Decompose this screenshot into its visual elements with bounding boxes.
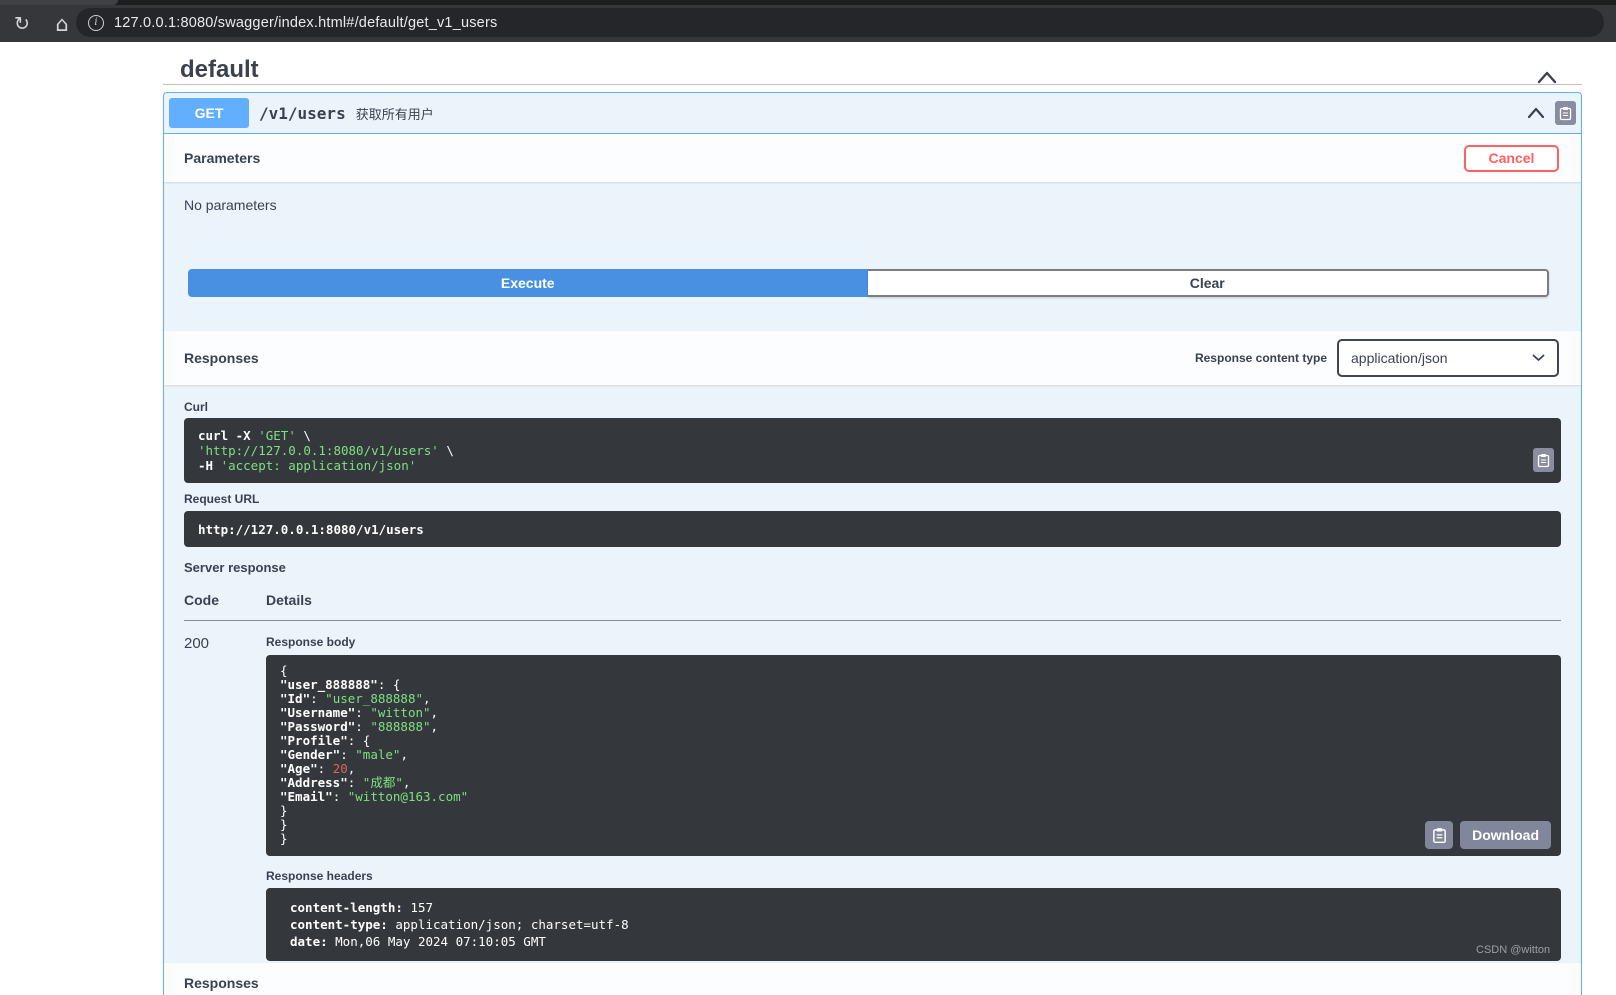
parameters-body: No parameters — [164, 182, 1581, 240]
response-headers-block: content-length: 157 content-type: applica… — [266, 888, 1561, 961]
clipboard-copy-icon — [1559, 106, 1572, 120]
collapse-tag-chevron-up-icon[interactable] — [1537, 71, 1557, 84]
documented-responses-header: Responses — [164, 963, 1581, 995]
no-parameters-text: No parameters — [184, 197, 277, 213]
collapse-operation-chevron-up-icon[interactable] — [1527, 107, 1545, 119]
tag-section-header[interactable]: default — [163, 42, 1582, 85]
clipboard-copy-icon — [1537, 453, 1550, 467]
responses-inner: Curl curl -X 'GET' \ 'http://127.0.0.1:8… — [164, 385, 1581, 961]
copy-response-button[interactable] — [1425, 821, 1454, 849]
status-code: 200 — [184, 635, 210, 652]
endpoint-summary: 获取所有用户 — [355, 106, 434, 122]
response-body-block: { "user_888888": { "Id": "user_888888", … — [266, 655, 1561, 856]
details-column-header: Details — [266, 592, 312, 608]
request-url-block: http://127.0.0.1:8080/v1/users — [184, 511, 1561, 547]
endpoint-path: /v1/users — [259, 103, 346, 123]
site-info-icon[interactable]: i — [88, 14, 104, 31]
swagger-page: default GET /v1/users 获取所有用户 Parameters … — [0, 42, 1616, 995]
request-url-value: http://127.0.0.1:8080/v1/users — [198, 521, 424, 537]
request-url-label: Request URL — [184, 492, 260, 506]
browser-toolbar: ↻ ⌂ i 127.0.0.1:8080/swagger/index.html#… — [0, 0, 1616, 42]
server-response-label: Server response — [184, 560, 286, 575]
home-icon: ⌂ — [55, 11, 69, 36]
server-response-table: Code Details 200 Response body { "user_8… — [184, 592, 1561, 961]
response-body-label: Response body — [266, 635, 356, 649]
responses-section-header: Responses Response content type applicat… — [164, 331, 1581, 385]
response-content-type-select[interactable]: application/json — [1337, 339, 1559, 377]
address-url[interactable]: 127.0.0.1:8080/swagger/index.html#/defau… — [114, 15, 497, 31]
clear-button[interactable]: Clear — [867, 269, 1549, 297]
clipboard-copy-icon — [1432, 827, 1446, 843]
responses-title: Responses — [184, 350, 259, 366]
response-content-type-value: application/json — [1351, 350, 1448, 366]
curl-label: Curl — [184, 400, 208, 414]
code-column-header: Code — [184, 592, 219, 608]
reload-button[interactable]: ↻ — [8, 10, 36, 38]
opblock-get-v1-users: GET /v1/users 获取所有用户 Parameters Cancel N… — [163, 92, 1582, 995]
execute-button[interactable]: Execute — [188, 269, 868, 297]
response-content-type-label: Response content type — [1194, 351, 1327, 365]
reload-icon: ↻ — [14, 12, 30, 35]
response-headers-label: Response headers — [266, 869, 373, 883]
response-row-200: 200 Response body { "user_888888": { "Id… — [184, 621, 1561, 961]
opblock-summary[interactable]: GET /v1/users 获取所有用户 — [164, 93, 1581, 134]
http-method-badge: GET — [169, 98, 249, 128]
chevron-down-icon — [1532, 354, 1545, 361]
watermark-text: CSDN @witton — [1476, 944, 1551, 956]
copy-curl-button[interactable] — [1533, 448, 1554, 472]
execute-wrapper: Execute Clear — [164, 240, 1581, 331]
address-bar[interactable]: i 127.0.0.1:8080/swagger/index.html#/def… — [76, 8, 1604, 37]
cancel-button[interactable]: Cancel — [1464, 144, 1559, 172]
curl-command-block: curl -X 'GET' \ 'http://127.0.0.1:8080/v… — [184, 418, 1561, 483]
parameters-title: Parameters — [184, 150, 261, 166]
parameters-section-header: Parameters Cancel — [164, 134, 1581, 182]
copy-endpoint-button[interactable] — [1555, 101, 1576, 125]
documented-responses-title: Responses — [184, 975, 259, 991]
tag-title: default — [180, 56, 259, 83]
download-button[interactable]: Download — [1460, 821, 1551, 849]
tab-strip — [0, 0, 1616, 5]
home-button[interactable]: ⌂ — [48, 10, 76, 38]
